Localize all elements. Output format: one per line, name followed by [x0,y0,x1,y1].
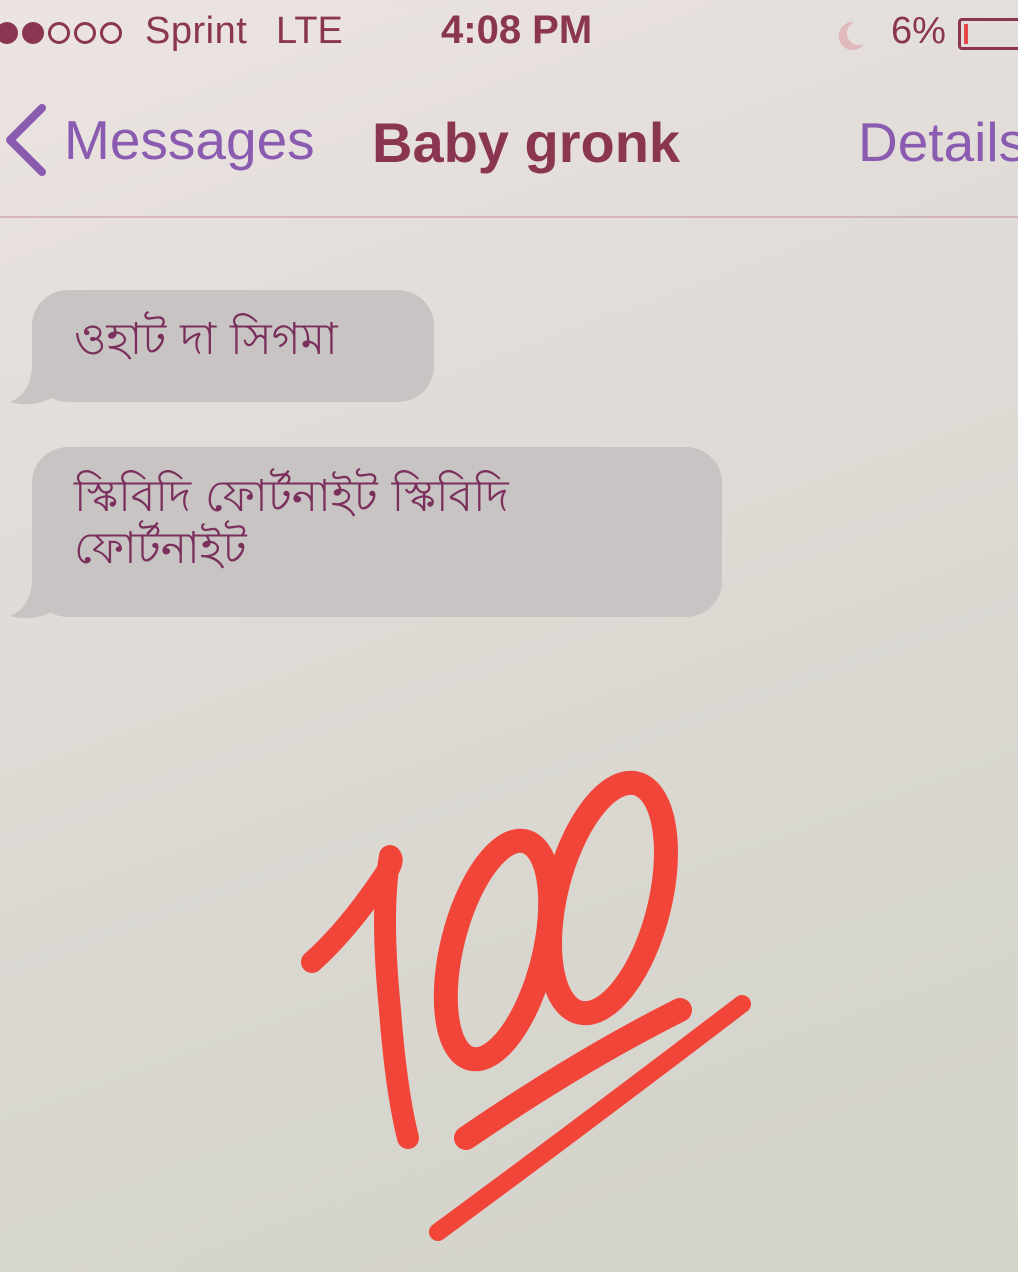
status-bar: Sprint LTE 4:08 PM 6% [0,0,1018,68]
details-button[interactable]: Details [858,110,1018,174]
signal-dot [48,22,70,44]
conversation-title: Baby gronk [372,111,681,174]
network-type: LTE [276,10,343,52]
hundred-points-icon [301,770,751,1241]
back-label: Messages [64,109,315,171]
status-time: 4:08 PM [441,8,593,52]
chevron-left-icon [6,104,46,176]
battery-percent: 6% [891,10,946,52]
signal-strength-icon [0,22,122,44]
message-text: ওহাট দা সিগমা [74,314,338,365]
navigation-bar: Messages Baby gronk Details [0,68,1018,218]
message-text: স্কিবিদি ফোর্টনাইট স্কিবিদি ফোর্টনাইট [74,471,509,574]
back-button[interactable]: Messages [0,100,315,180]
signal-dot [22,22,44,44]
message-bubble-incoming[interactable]: ওহাট দা সিগমা [32,290,434,402]
message-bubble-incoming[interactable]: স্কিবিদি ফোর্টনাইট স্কিবিদি ফোর্টনাইট [32,447,722,617]
signal-dot [0,22,18,44]
signal-dot [74,22,96,44]
battery-icon [958,18,1018,50]
battery-level [964,24,968,44]
carrier-name: Sprint [145,10,248,52]
signal-dot [100,22,122,44]
moon-icon [838,21,864,50]
